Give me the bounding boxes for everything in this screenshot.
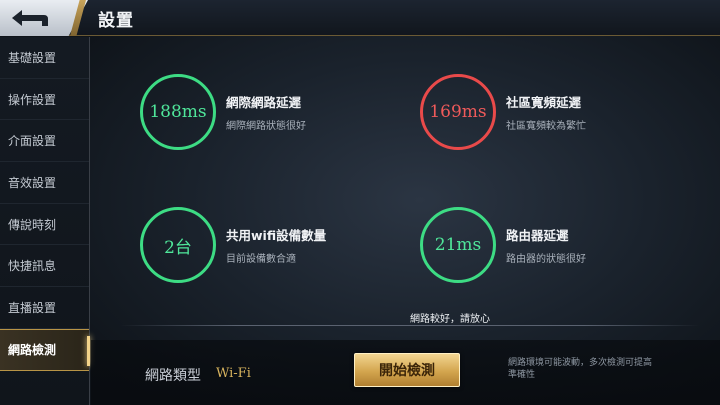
metric-value-ring: 21ms — [420, 207, 496, 283]
metric-shared-wifi-devices: 2台 共用wifi設備數量 目前設備數合適 — [140, 207, 326, 283]
sidebar-item-label: 快捷訊息 — [8, 259, 57, 274]
metric-description: 社區寬頻較為繁忙 — [506, 121, 586, 132]
start-check-button[interactable]: 開始檢測 — [354, 353, 460, 387]
sidebar-item-basic-settings[interactable]: 基礎設置 — [0, 37, 89, 79]
metric-value-ring: 169ms — [420, 74, 496, 150]
sidebar-item-legend-moments[interactable]: 傳說時刻 — [0, 204, 89, 246]
metric-router-latency: 21ms 路由器延遲 路由器的狀態很好 — [420, 207, 586, 283]
metric-name: 路由器延遲 — [506, 228, 569, 243]
network-check-hint: 網路環境可能波動，多次檢測可提高準確性 — [508, 358, 653, 380]
sidebar-item-sound-settings[interactable]: 音效設置 — [0, 162, 89, 204]
metric-value-ring: 188ms — [140, 74, 216, 150]
sidebar-item-stream-settings[interactable]: 直播設置 — [0, 287, 89, 329]
metric-value-ring: 2台 — [140, 207, 216, 283]
status-divider — [120, 325, 700, 326]
sidebar-item-label: 音效設置 — [8, 175, 57, 190]
sidebar-item-control-settings[interactable]: 操作設置 — [0, 79, 89, 121]
sidebar-item-quick-messages[interactable]: 快捷訊息 — [0, 245, 89, 288]
sidebar-item-label: 網路檢測 — [8, 343, 57, 358]
metric-name: 共用wifi設備數量 — [226, 228, 327, 243]
sidebar-item-label: 基礎設置 — [8, 50, 57, 65]
sidebar-item-label: 介面設置 — [8, 134, 57, 149]
network-type-value: Wi-Fi — [216, 366, 251, 381]
header-bar: 設置 — [0, 0, 720, 36]
sidebar-item-label: 直播設置 — [8, 300, 57, 315]
metric-name: 社區寬頻延遲 — [506, 95, 582, 110]
metric-description: 路由器的狀態很好 — [506, 254, 586, 265]
metric-name: 網際網路延遲 — [226, 95, 302, 110]
sidebar: 基礎設置 操作設置 介面設置 音效設置 傳說時刻 快捷訊息 直播設置 網路檢測 — [0, 37, 90, 405]
metric-internet-latency: 188ms 網際網路延遲 網際網路狀態很好 — [140, 74, 306, 150]
back-arrow-icon — [12, 10, 48, 26]
sidebar-item-interface-settings[interactable]: 介面設置 — [0, 120, 89, 163]
network-status-message: 網路較好，請放心 — [410, 313, 490, 325]
sidebar-item-label: 操作設置 — [8, 92, 57, 107]
metric-description: 網際網路狀態很好 — [226, 121, 306, 132]
network-type-label: 網路類型 — [145, 368, 201, 384]
settings-screen: 設置 基礎設置 操作設置 介面設置 音效設置 傳說時刻 快捷訊息 直播設置 網路… — [0, 0, 720, 405]
metric-community-broadband-latency: 169ms 社區寬頻延遲 社區寬頻較為繁忙 — [420, 74, 586, 150]
sidebar-item-network-check[interactable]: 網路檢測 — [0, 328, 90, 371]
page-title: 設置 — [98, 11, 134, 31]
metric-description: 目前設備數合適 — [226, 254, 296, 265]
sidebar-item-label: 傳說時刻 — [8, 217, 57, 232]
